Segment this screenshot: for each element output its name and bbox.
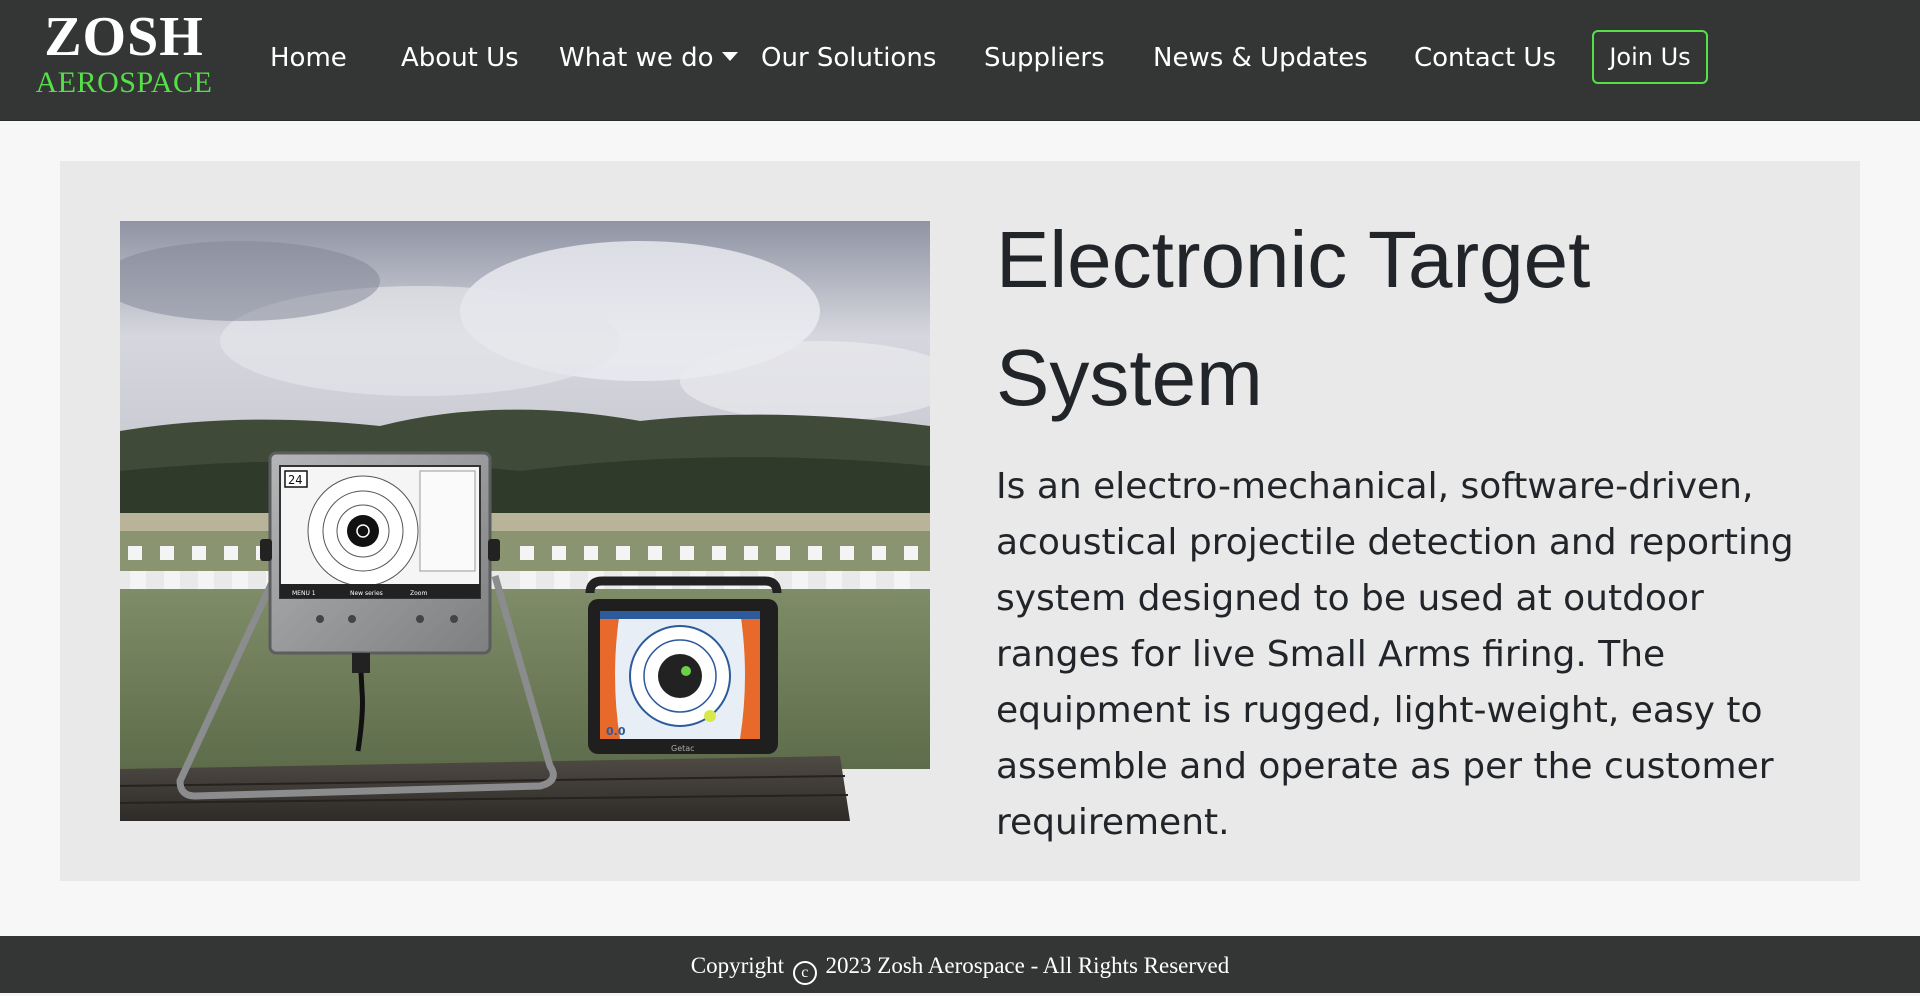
copyright-text: Copyright c 2023 Zosh Aerospace - All Ri… xyxy=(690,953,1230,985)
brand-logo[interactable]: ZOSH AEROSPACE xyxy=(34,6,214,98)
lcd-button-menu: MENU 1 xyxy=(292,590,316,597)
tablet-brand: Getac xyxy=(671,744,695,753)
nav-our-solutions[interactable]: Our Solutions xyxy=(761,38,936,78)
nav-suppliers[interactable]: Suppliers xyxy=(984,38,1105,78)
lcd-button-new-series: New series xyxy=(350,590,383,597)
nav-what-we-do-label: What we do xyxy=(559,43,714,73)
chevron-down-icon xyxy=(721,52,738,61)
join-us-button[interactable]: Join Us xyxy=(1592,30,1708,84)
nav-home[interactable]: Home xyxy=(270,38,347,78)
brand-name: ZOSH xyxy=(44,6,204,68)
hero-description: Is an electro-mechanical, software-drive… xyxy=(996,466,1794,843)
lcd-button-zoom: Zoom xyxy=(410,590,427,597)
hero-jumbotron: 24 MENU 1 New series Zoom 0.0 Getac Elec… xyxy=(60,161,1860,881)
nav-contact-us[interactable]: Contact Us xyxy=(1414,38,1556,78)
copyright-prefix: Copyright xyxy=(690,953,785,978)
site-footer: Copyright c 2023 Zosh Aerospace - All Ri… xyxy=(0,936,1920,993)
product-photo: 24 MENU 1 New series Zoom 0.0 Getac xyxy=(120,221,930,821)
lcd-counter: 24 xyxy=(288,473,302,487)
copyright-icon: c xyxy=(792,961,817,985)
nav-news-updates[interactable]: News & Updates xyxy=(1153,38,1368,78)
copyright-body: 2023 Zosh Aerospace - All Rights Reserve… xyxy=(825,953,1230,978)
tablet-score: 0.0 xyxy=(606,725,626,738)
nav-about-us[interactable]: About Us xyxy=(401,38,519,78)
nav-what-we-do[interactable]: What we do xyxy=(559,38,738,78)
brand-tagline: AEROSPACE xyxy=(35,66,213,99)
top-navbar: ZOSH AEROSPACE Home About Us What we do … xyxy=(0,0,1920,121)
page-title: Electronic Target System xyxy=(996,215,1591,422)
